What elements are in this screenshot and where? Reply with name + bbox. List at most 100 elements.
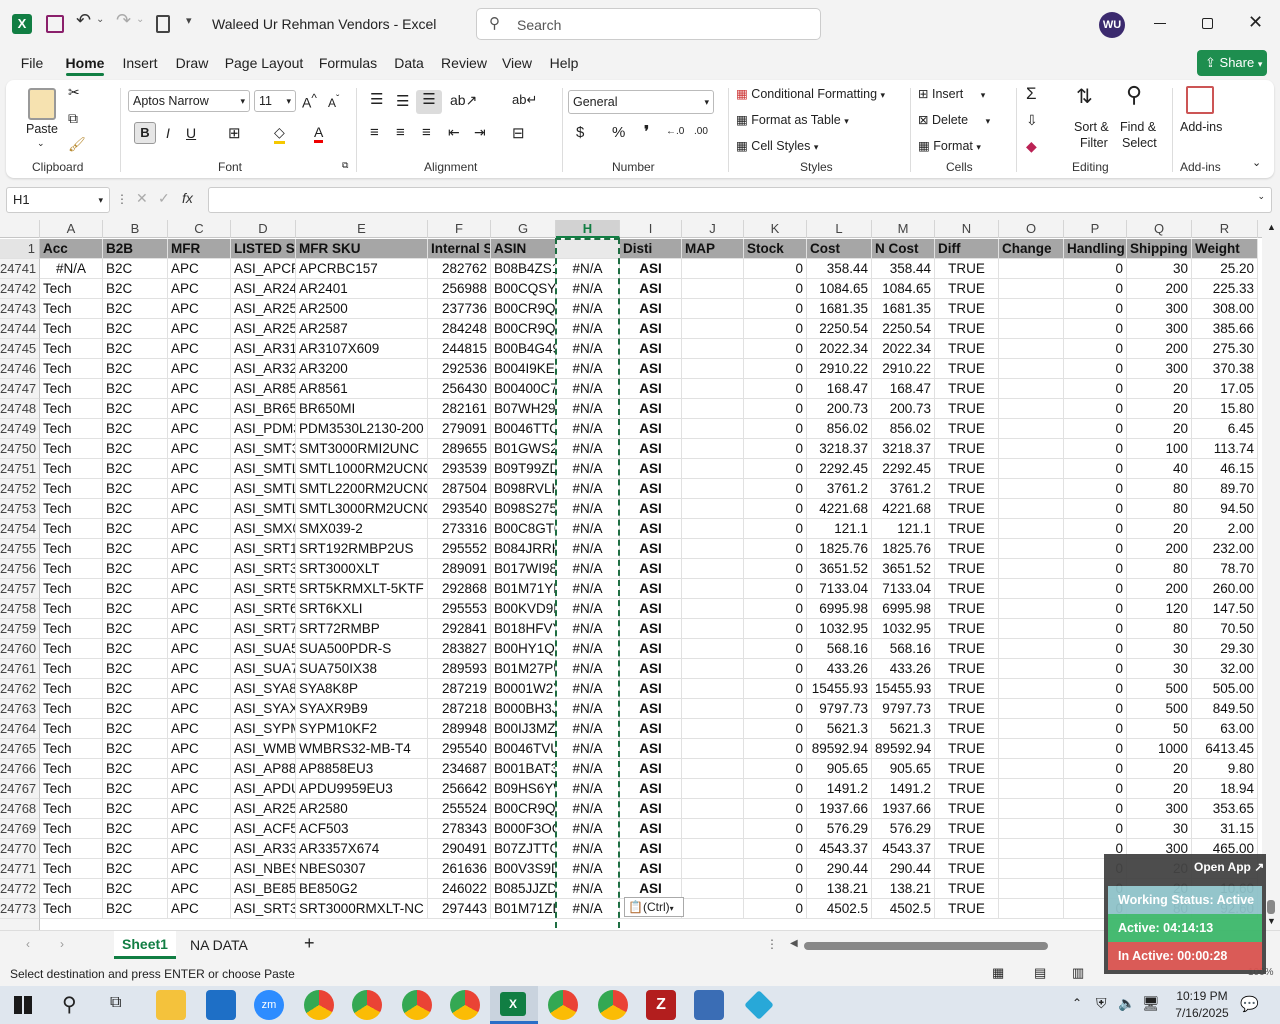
cell[interactable]: 30 bbox=[1127, 259, 1192, 279]
cell[interactable]: 1681.35 bbox=[872, 299, 935, 319]
cell[interactable]: 80 bbox=[1127, 479, 1192, 499]
header-cell[interactable]: Internal S bbox=[428, 239, 491, 259]
cell[interactable]: 856.02 bbox=[872, 419, 935, 439]
cell[interactable] bbox=[999, 799, 1064, 819]
cell[interactable]: ASI bbox=[620, 639, 682, 659]
cell[interactable]: TRUE bbox=[935, 339, 999, 359]
row-header[interactable]: 24773 bbox=[0, 899, 40, 919]
cell[interactable]: B2C bbox=[103, 899, 168, 919]
cell[interactable]: APC bbox=[168, 499, 231, 519]
cell[interactable]: #N/A bbox=[556, 599, 620, 619]
row-header[interactable]: 24761 bbox=[0, 659, 40, 679]
cell[interactable] bbox=[999, 539, 1064, 559]
column-header-q[interactable]: Q bbox=[1127, 220, 1192, 238]
cell[interactable]: 0 bbox=[1064, 599, 1127, 619]
cell[interactable]: 9.80 bbox=[1192, 759, 1258, 779]
row-header[interactable]: 24748 bbox=[0, 399, 40, 419]
cell[interactable] bbox=[999, 459, 1064, 479]
cell[interactable]: B09T99ZD bbox=[491, 459, 556, 479]
cell[interactable]: ASI_AR320 bbox=[231, 359, 296, 379]
cell[interactable]: 20 bbox=[1127, 519, 1192, 539]
formula-input[interactable]: ⌄ bbox=[208, 187, 1272, 213]
cell[interactable]: TRUE bbox=[935, 759, 999, 779]
row-header[interactable]: 24757 bbox=[0, 579, 40, 599]
cell[interactable] bbox=[999, 879, 1064, 899]
cell[interactable]: APC bbox=[168, 359, 231, 379]
cell[interactable]: APC bbox=[168, 719, 231, 739]
cell[interactable]: 0 bbox=[1064, 679, 1127, 699]
cell[interactable] bbox=[999, 739, 1064, 759]
cell[interactable]: 30 bbox=[1127, 819, 1192, 839]
decrease-indent-icon[interactable]: ⇤ bbox=[448, 124, 460, 141]
align-right-icon[interactable]: ≡ bbox=[422, 124, 431, 141]
cell[interactable]: 905.65 bbox=[872, 759, 935, 779]
cell[interactable]: 20 bbox=[1127, 779, 1192, 799]
cell[interactable]: SRT192RMBP2US bbox=[296, 539, 428, 559]
cell[interactable]: 244815 bbox=[428, 339, 491, 359]
cell[interactable]: SYA8K8P bbox=[296, 679, 428, 699]
cell[interactable]: APC bbox=[168, 779, 231, 799]
cell[interactable]: ASI bbox=[620, 519, 682, 539]
cell[interactable]: Tech bbox=[40, 499, 103, 519]
cell[interactable] bbox=[682, 659, 744, 679]
cell[interactable]: APC bbox=[168, 439, 231, 459]
row-header[interactable]: 24760 bbox=[0, 639, 40, 659]
cell[interactable]: SMX039-2 bbox=[296, 519, 428, 539]
cell[interactable]: B2C bbox=[103, 299, 168, 319]
volume-icon[interactable]: 🔈 bbox=[1118, 995, 1135, 1012]
cell[interactable] bbox=[682, 359, 744, 379]
cell[interactable]: 7133.04 bbox=[872, 579, 935, 599]
cell[interactable]: 0 bbox=[744, 459, 807, 479]
cell[interactable]: TRUE bbox=[935, 719, 999, 739]
cell[interactable]: B2C bbox=[103, 659, 168, 679]
cell[interactable]: 290.44 bbox=[807, 859, 872, 879]
cell[interactable]: #N/A bbox=[556, 379, 620, 399]
cell[interactable]: 4543.37 bbox=[807, 839, 872, 859]
row-header[interactable]: 24750 bbox=[0, 439, 40, 459]
cell[interactable]: 500 bbox=[1127, 679, 1192, 699]
cell[interactable]: 20 bbox=[1127, 379, 1192, 399]
cell[interactable]: 0 bbox=[1064, 639, 1127, 659]
row-header[interactable]: 24754 bbox=[0, 519, 40, 539]
cell[interactable]: 385.66 bbox=[1192, 319, 1258, 339]
row-header[interactable]: 24768 bbox=[0, 799, 40, 819]
cell[interactable]: APC bbox=[168, 319, 231, 339]
cell[interactable]: ASI_AR258 bbox=[231, 799, 296, 819]
cell[interactable]: AP8858EU3 bbox=[296, 759, 428, 779]
cell[interactable]: 1681.35 bbox=[807, 299, 872, 319]
cancel-icon[interactable]: ✕ bbox=[136, 190, 148, 207]
cell[interactable]: 0 bbox=[744, 559, 807, 579]
cell[interactable]: 308.00 bbox=[1192, 299, 1258, 319]
row-header[interactable]: 24741 bbox=[0, 259, 40, 279]
column-header-n[interactable]: N bbox=[935, 220, 999, 238]
cell[interactable]: B01M71ZL bbox=[491, 899, 556, 919]
cell[interactable]: TRUE bbox=[935, 359, 999, 379]
cell[interactable]: #N/A bbox=[556, 399, 620, 419]
cell[interactable]: B00CR9Q2 bbox=[491, 299, 556, 319]
column-header-m[interactable]: M bbox=[872, 220, 935, 238]
cell[interactable]: 1825.76 bbox=[807, 539, 872, 559]
cell[interactable]: 282762 bbox=[428, 259, 491, 279]
cell[interactable]: WMBRS32-MB-T4 bbox=[296, 739, 428, 759]
cell[interactable]: 1000 bbox=[1127, 739, 1192, 759]
cell[interactable]: #N/A bbox=[556, 719, 620, 739]
bold-button[interactable]: B bbox=[134, 122, 156, 144]
cell[interactable] bbox=[682, 419, 744, 439]
cell[interactable]: AR3357X674 bbox=[296, 839, 428, 859]
cell[interactable]: ASI_BE850 bbox=[231, 879, 296, 899]
cell[interactable]: 0 bbox=[744, 539, 807, 559]
cell[interactable]: #N/A bbox=[556, 559, 620, 579]
cell[interactable]: B2C bbox=[103, 719, 168, 739]
cell[interactable]: APC bbox=[168, 379, 231, 399]
cell[interactable]: ASI bbox=[620, 599, 682, 619]
cell[interactable]: B01M27PU bbox=[491, 659, 556, 679]
cell[interactable]: B084JRRH bbox=[491, 539, 556, 559]
cell[interactable]: ASI bbox=[620, 819, 682, 839]
cell[interactable]: 9797.73 bbox=[872, 699, 935, 719]
add-ins-button[interactable]: Add-ins bbox=[1180, 120, 1222, 134]
cell[interactable]: B2C bbox=[103, 379, 168, 399]
cell[interactable]: 353.65 bbox=[1192, 799, 1258, 819]
cell[interactable]: Tech bbox=[40, 859, 103, 879]
cell[interactable]: APC bbox=[168, 459, 231, 479]
cell[interactable]: B2C bbox=[103, 819, 168, 839]
